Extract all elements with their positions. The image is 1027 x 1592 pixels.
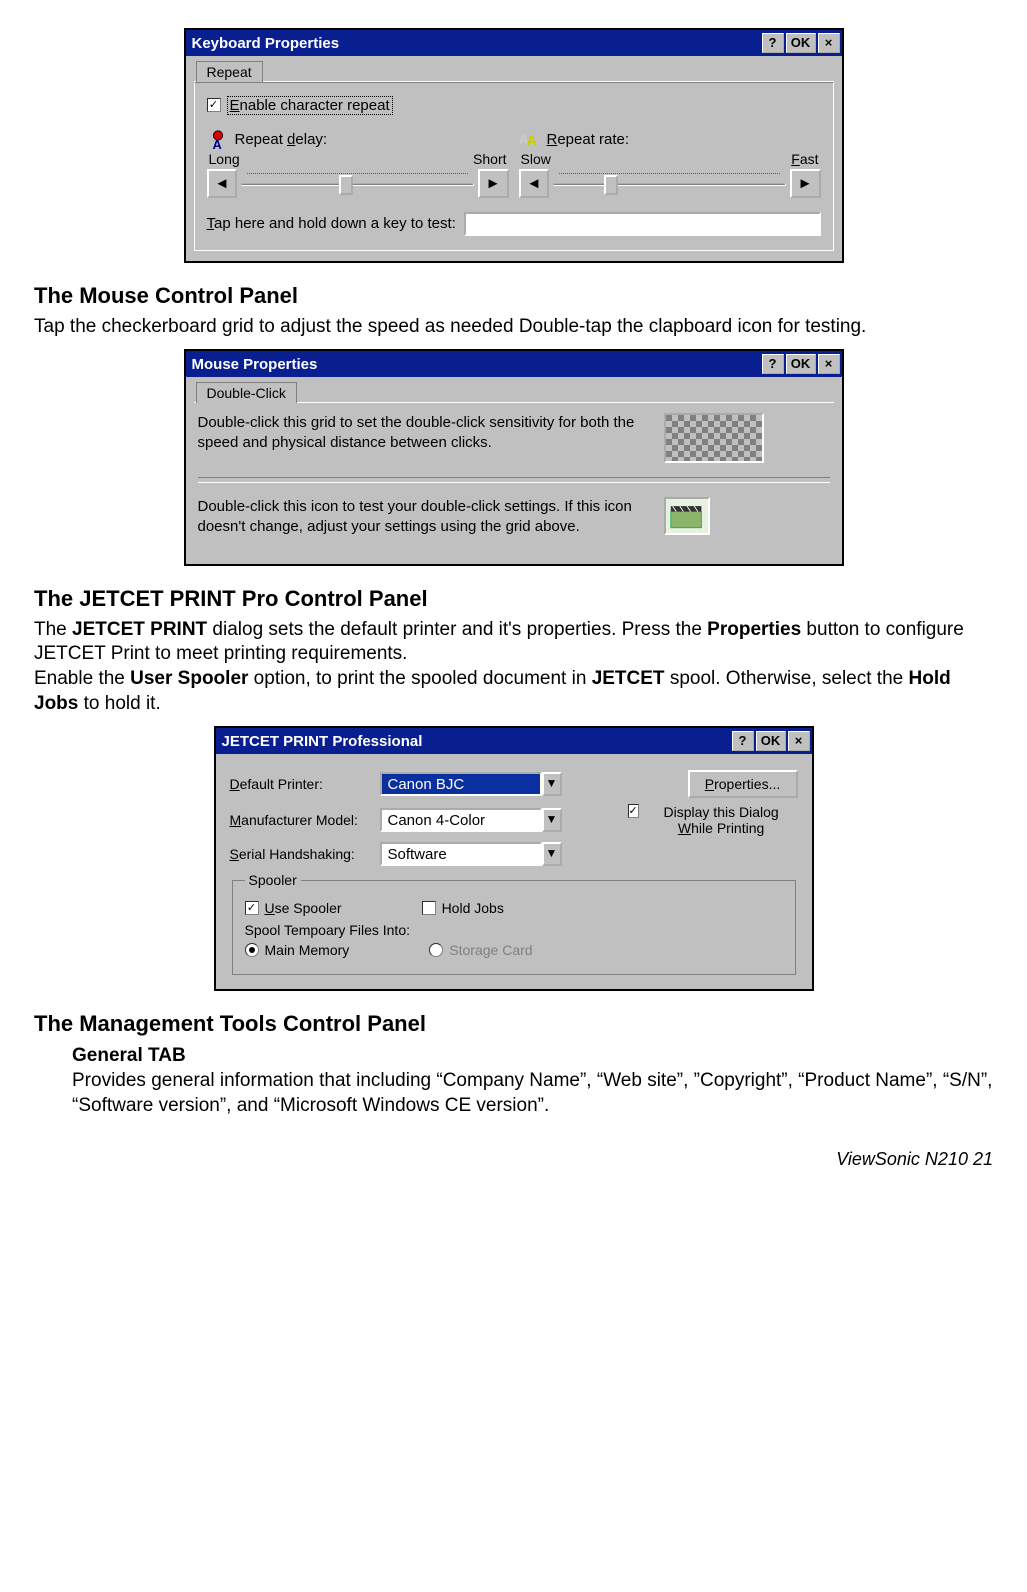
dropdown-icon[interactable]: ▼ [542, 842, 562, 866]
rate-slow-label: Slow [521, 151, 551, 167]
repeat-delay-label: Repeat delay: [235, 131, 328, 148]
help-button[interactable]: ? [762, 33, 784, 53]
delay-short-label: Short [473, 151, 506, 167]
keyboard-title: Keyboard Properties [192, 35, 760, 52]
mouse-grid-text: Double-click this grid to set the double… [198, 413, 638, 454]
close-button[interactable]: × [788, 731, 810, 751]
help-button[interactable]: ? [732, 731, 754, 751]
radio-icon [245, 943, 259, 957]
close-button[interactable]: × [818, 33, 840, 53]
mouse-heading: The Mouse Control Panel [34, 283, 999, 309]
jetcet-titlebar: JETCET PRINT Professional ? OK × [216, 728, 812, 754]
tab-repeat[interactable]: Repeat [196, 61, 263, 82]
test-label: Tap here and hold down a key to test: [207, 215, 456, 232]
jetcet-heading: The JETCET PRINT Pro Control Panel [34, 586, 999, 612]
rate-fast-label: Fast [791, 151, 818, 167]
page-footer: ViewSonic N210 21 [28, 1149, 999, 1170]
jetcet-title: JETCET PRINT Professional [222, 733, 730, 750]
test-input[interactable] [464, 212, 821, 236]
divider [198, 477, 830, 483]
enable-repeat-label: EEnable character repeatnable character … [227, 96, 393, 115]
mouse-properties-dialog: Mouse Properties ? OK × Double-Click Dou… [184, 349, 844, 566]
jetcet-body-text: The JETCET PRINT dialog sets the default… [34, 618, 999, 717]
keyboard-properties-dialog: Keyboard Properties ? OK × Repeat ✓ EEna… [184, 28, 844, 263]
mgmt-heading: The Management Tools Control Panel [34, 1011, 999, 1037]
repeat-delay-icon: A [207, 129, 229, 151]
repeat-rate-group: AA Repeat rate: Slow Fast ◄ [519, 129, 821, 198]
serial-label: Serial Handshaking: [230, 846, 368, 862]
radio-icon [429, 943, 443, 957]
storage-card-label: Storage Card [449, 942, 532, 958]
ok-button[interactable]: OK [756, 731, 786, 751]
spooler-group: Spooler ✓ Use Spooler Hold Jobs Spool Te… [232, 872, 796, 975]
storage-card-radio: Storage Card [429, 942, 532, 958]
mouse-clap-text: Double-click this icon to test your doub… [198, 497, 638, 538]
enable-character-repeat-checkbox[interactable]: ✓ EEnable character repeatnable characte… [207, 96, 393, 115]
display-dialog-checkbox[interactable]: ✓ Display this Dialog While Printing [628, 804, 798, 836]
jetcet-print-dialog: JETCET PRINT Professional ? OK × Default… [214, 726, 814, 991]
repeat-rate-label: Repeat rate: [547, 131, 630, 148]
tab-double-click[interactable]: Double-Click [196, 382, 297, 403]
main-memory-label: Main Memory [265, 942, 350, 958]
mgmt-body-text: Provides general information that includ… [72, 1069, 999, 1118]
rate-right-arrow[interactable]: ► [790, 169, 821, 198]
keyboard-titlebar: Keyboard Properties ? OK × [186, 30, 842, 56]
delay-left-arrow[interactable]: ◄ [207, 169, 238, 198]
repeat-delay-group: A Repeat delay: Long Short ◄ [207, 129, 509, 198]
spooler-legend: Spooler [245, 872, 301, 888]
serial-value: Software [380, 842, 542, 866]
dropdown-icon[interactable]: ▼ [542, 808, 562, 832]
display-dialog-label: Display this Dialog While Printing [645, 804, 798, 836]
mouse-title: Mouse Properties [192, 356, 760, 373]
ok-button[interactable]: OK [786, 354, 816, 374]
repeat-delay-slider[interactable]: ◄ ► [207, 169, 509, 198]
manufacturer-combo[interactable]: Canon 4-Color ▼ [380, 808, 562, 832]
default-printer-combo[interactable]: Canon BJC ▼ [380, 772, 562, 796]
mouse-body-text: Tap the checkerboard grid to adjust the … [34, 315, 999, 340]
default-printer-value: Canon BJC [380, 772, 542, 796]
checkbox-icon: ✓ [207, 98, 221, 112]
rate-left-arrow[interactable]: ◄ [519, 169, 550, 198]
checkbox-icon [422, 901, 436, 915]
close-button[interactable]: × [818, 354, 840, 374]
clapboard-icon[interactable] [664, 497, 710, 535]
mouse-titlebar: Mouse Properties ? OK × [186, 351, 842, 377]
double-click-grid[interactable] [664, 413, 764, 463]
delay-right-arrow[interactable]: ► [478, 169, 509, 198]
checkbox-icon: ✓ [628, 804, 639, 818]
repeat-rate-icon: AA [519, 129, 541, 151]
hold-jobs-checkbox[interactable]: Hold Jobs [422, 900, 504, 916]
use-spooler-label: Use Spooler [265, 900, 342, 916]
serial-combo[interactable]: Software ▼ [380, 842, 562, 866]
ok-button[interactable]: OK [786, 33, 816, 53]
properties-button[interactable]: Properties... [688, 770, 798, 798]
svg-text:A: A [526, 133, 537, 149]
use-spooler-checkbox[interactable]: ✓ Use Spooler [245, 900, 342, 916]
main-memory-radio[interactable]: Main Memory [245, 942, 350, 958]
spool-into-label: Spool Tempoary Files Into: [245, 922, 783, 938]
default-printer-label: Default Printer: [230, 776, 368, 792]
repeat-rate-slider[interactable]: ◄ ► [519, 169, 821, 198]
checkbox-icon: ✓ [245, 901, 259, 915]
hold-jobs-label: Hold Jobs [442, 900, 504, 916]
manufacturer-label: Manufacturer Model: [230, 812, 368, 828]
svg-text:A: A [212, 137, 221, 151]
dropdown-icon[interactable]: ▼ [542, 772, 562, 796]
delay-long-label: Long [209, 151, 240, 167]
mgmt-subheading: General TAB [72, 1045, 999, 1067]
manufacturer-value: Canon 4-Color [380, 808, 542, 832]
help-button[interactable]: ? [762, 354, 784, 374]
